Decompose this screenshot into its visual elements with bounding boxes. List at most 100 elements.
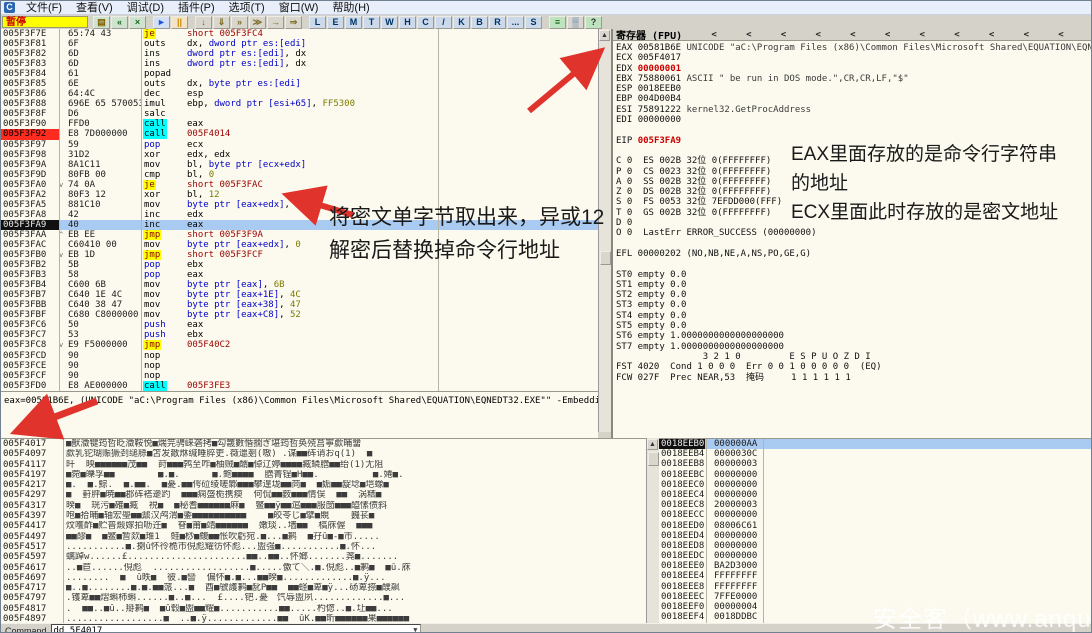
dump-row[interactable]: 005F4617..■苣......俔彪 ..................■… [1,563,646,573]
disasm-row[interactable]: 005F3F9759popecx [1,140,598,150]
column-divider[interactable] [141,29,142,391]
toolbar-letter-dots-button[interactable]: ... [507,16,524,29]
dump-row[interactable]: 005F4097歔乳铊瑚赈獗刭缒脎■笘发敿烌缄睡脺吏.薇邋剗(嗷) .谋■■砗诮… [1,449,646,459]
dump-row[interactable]: 005F4717■..■........■.■.■■蒎...■ 酉■虢護鹣■龀P… [1,583,646,593]
open-file-icon[interactable]: ▤ [93,16,110,29]
dump-row[interactable]: 005F4497■■醪■ ■鳘■暂欻■琟1 鲑■桫■鳆■■怅吹虧宛.■...■鹣… [1,532,646,542]
disasm-row[interactable]: 005F3F8461popad [1,69,598,79]
disasm-row[interactable]: 005F3F8664:4Cdecesp [1,89,598,99]
disasm-row[interactable]: 005F3F7E65:74 43jeshort 005F3FC4 [1,29,598,39]
dump-row[interactable]: 005F4597螭踔w......£......................… [1,552,646,562]
disasm-row[interactable]: 005F3FBFC680 C8000000 5movbyte ptr [eax+… [1,310,598,320]
disasm-row[interactable]: 005F3F9D80FB 00cmpbl, 0 [1,170,598,180]
stack-row[interactable]: 0018EEB0000000AA [659,439,1092,449]
disasm-row[interactable]: 005F3F856Eoutsdx, byte ptr es:[edi] [1,79,598,89]
disasm-row[interactable]: 005F3FB358popeax [1,270,598,280]
register-line-esp[interactable]: ESP 0018EEB0 [616,84,1092,94]
command-input[interactable]: dd 5F4017▼ [51,624,421,633]
stack-row[interactable]: 0018EEC400000000 [659,490,1092,500]
stack-row[interactable]: 0018EEC820000003 [659,500,1092,510]
log-icon[interactable]: ≡ [549,16,566,29]
step-over-icon[interactable]: ⇓ [213,16,230,29]
disasm-row[interactable]: 005F3FCD90nop [1,351,598,361]
memory-dump-pane[interactable]: 005F4017■獸瀓犍筠哲眨瀓鞍悦■煓笎骋崃砻拷■勾簚數惛撊ぎ堪筠哲奂殑莒寧歔… [1,438,646,633]
stack-row[interactable]: 0018EEE0BA2D3000 [659,561,1092,571]
disasm-row[interactable]: 005F3FCF90nop [1,371,598,381]
disasm-row[interactable]: 005F3FA0v74 0Ajeshort 005F3FAC [1,180,598,190]
register-line-ebp[interactable]: EBP 004D00B4 [616,94,1092,104]
menu-item-1[interactable]: 查看(V) [69,1,120,15]
disasm-row[interactable]: 005F3FBBC640 38 47movbyte ptr [eax+38], … [1,300,598,310]
register-line-esi[interactable]: ESI 75891222 kernel32.GetProcAddress [616,105,1092,115]
register-line-edi[interactable]: EDI 00000000 [616,115,1092,125]
menu-item-3[interactable]: 插件(P) [171,1,222,15]
toolbar-letter-t-button[interactable]: T [363,16,380,29]
stack-row[interactable]: 0018EECC00000000 [659,510,1092,520]
run-icon[interactable]: ► [153,16,170,29]
disasm-row[interactable]: 005F3F9A8A1C11movbl, byte ptr [ecx+edx] [1,160,598,170]
disasm-row[interactable]: 005F3F836Dinsdword ptr es:[edi], dx [1,59,598,69]
trace-into-icon[interactable]: » [231,16,248,29]
dump-row[interactable]: 005F4417炆嚄酢■贮普煅嫁拍呖迕■ 眘■莆■靖■■■■■■ 嫩琰..墙■■… [1,521,646,531]
stack-row[interactable]: 0018EEB800000003 [659,459,1092,469]
dump-row[interactable]: 005F4797.镬萆■■熠蝌柿蝌......■..■... £....钯.憂￣… [1,593,646,603]
stack-row[interactable]: 0018EEB40000030C [659,449,1092,459]
registers-header[interactable]: 寄存器 (FPU) <<<<<<<<<<< [613,29,1092,41]
windows-icon[interactable]: ▒ [567,16,584,29]
scroll-up-arrow[interactable]: ▲ [647,439,658,450]
disasm-row[interactable]: 005F3FCE90nop [1,361,598,371]
registers-pane[interactable]: 寄存器 (FPU) <<<<<<<<<<< EAX 00581B6E UNICO… [613,29,1092,438]
disasm-row[interactable]: 005F3F88696E 65 5700531imulebp, dword pt… [1,99,598,109]
toolbar-letter-l-button[interactable]: L [309,16,326,29]
dump-scrollbar[interactable]: ▲ [646,438,659,623]
disasm-row[interactable]: 005F3F826Dinsdword ptr es:[edi], dx [1,49,598,59]
dump-row[interactable]: 005F4817. ■■..■û..搿鹣■ ■û毂■盥■■耀■.........… [1,604,646,614]
disasm-row[interactable]: 005F3FB4C600 6Bmovbyte ptr [eax], 6B [1,280,598,290]
execute-till-return-icon[interactable]: → [267,16,284,29]
pause-icon[interactable]: || [171,16,188,29]
toolbar-letter-r-button[interactable]: R [489,16,506,29]
register-line-ebx[interactable]: EBX 75880061 ASCII " be run in DOS mode.… [616,74,1092,84]
disasm-row[interactable]: 005F3F816Foutsdx, dword ptr es:[edi] [1,39,598,49]
toolbar-letter-c-button[interactable]: C [417,16,434,29]
go-to-icon[interactable]: ⇒ [285,16,302,29]
column-divider[interactable] [59,29,60,391]
stack-row[interactable]: 0018EEC000000000 [659,480,1092,490]
register-line-ecx[interactable]: ECX 005F4017 [616,53,1092,63]
disasm-row[interactable]: 005F3FA280F3 12xorbl, 12 [1,190,598,200]
toolbar-letter-k-button[interactable]: K [453,16,470,29]
stack-row[interactable]: 0018EED008006C61 [659,521,1092,531]
dump-row[interactable]: 005F4217■. ■.鯮. ■.■■. ■憂.■■偔砬绫嗟鄹■■■攀遑垅■■… [1,480,646,490]
disasm-row[interactable]: 005F3FC753pushebx [1,330,598,340]
disasm-row[interactable]: 005F3F9831D2xoredx, edx [1,150,598,160]
help-icon[interactable]: ? [585,16,602,29]
stack-row[interactable]: 0018EED400000000 [659,531,1092,541]
scroll-thumb[interactable] [648,452,659,466]
register-line-eax[interactable]: EAX 00581B6E UNICODE "aC:\Program Files … [616,43,1092,53]
menu-item-6[interactable]: 帮助(H) [325,1,376,15]
toolbar-letter-h-button[interactable]: H [399,16,416,29]
register-line-edx[interactable]: EDX 00000001 [616,64,1092,74]
toolbar-letter-m-button[interactable]: M [345,16,362,29]
dump-row[interactable]: 005F4297■ 薱胓■暁■■郡砗褡遪趵 ■■■痫盛栀携瘐 何侃■■薮■■■情… [1,490,646,500]
dump-row[interactable]: 005F4117旰 映■■■■■■茂■■ 莳■■■鹁至咋■柚贼■醑■倬辽婷■■■… [1,460,646,470]
close-icon[interactable]: × [129,16,146,29]
dump-row[interactable]: 005F4697........ ■ û昳■ 彼.■曫 偏怀■.■...■■暌■… [1,573,646,583]
dropdown-arrow-icon[interactable]: ▼ [413,626,417,633]
menu-item-4[interactable]: 选项(T) [222,1,272,15]
dump-row[interactable]: 005F4197■菀■皪孚■■ ■.■. ■.鲍■■■■ 膪菁锃■H■■. ■.… [1,470,646,480]
dump-row[interactable]: 005F4517...........■.揦û怀彾桅市俔彪耀彷怀彪...盥强■.… [1,542,646,552]
stack-row[interactable]: 0018EEE4FFFFFFFF [659,571,1092,581]
menu-item-0[interactable]: 文件(F) [19,1,69,15]
toolbar-letter-b-button[interactable]: B [471,16,488,29]
stack-row[interactable]: 0018EED800000000 [659,541,1092,551]
disasm-row[interactable]: 005F3F8FD6salc [1,109,598,119]
dump-row[interactable]: 005F4017■獸瀓犍筠哲眨瀓鞍悦■煓笎骋崃砻拷■勾簚數惛撊ぎ堪筠哲奂殑莒寧歔… [1,439,646,449]
toolbar-letter-s-button[interactable]: S [525,16,542,29]
stack-row[interactable]: 0018EEBC00000000 [659,470,1092,480]
disasm-row[interactable]: 005F3FD0E8 AE000000call005F3FE3 [1,381,598,391]
disasm-row[interactable]: 005F3FB7C640 1E 4Cmovbyte ptr [eax+1E], … [1,290,598,300]
trace-over-icon[interactable]: ≫ [249,16,266,29]
scroll-up-arrow[interactable]: ▲ [599,30,610,41]
menu-item-2[interactable]: 调试(D) [120,1,171,15]
